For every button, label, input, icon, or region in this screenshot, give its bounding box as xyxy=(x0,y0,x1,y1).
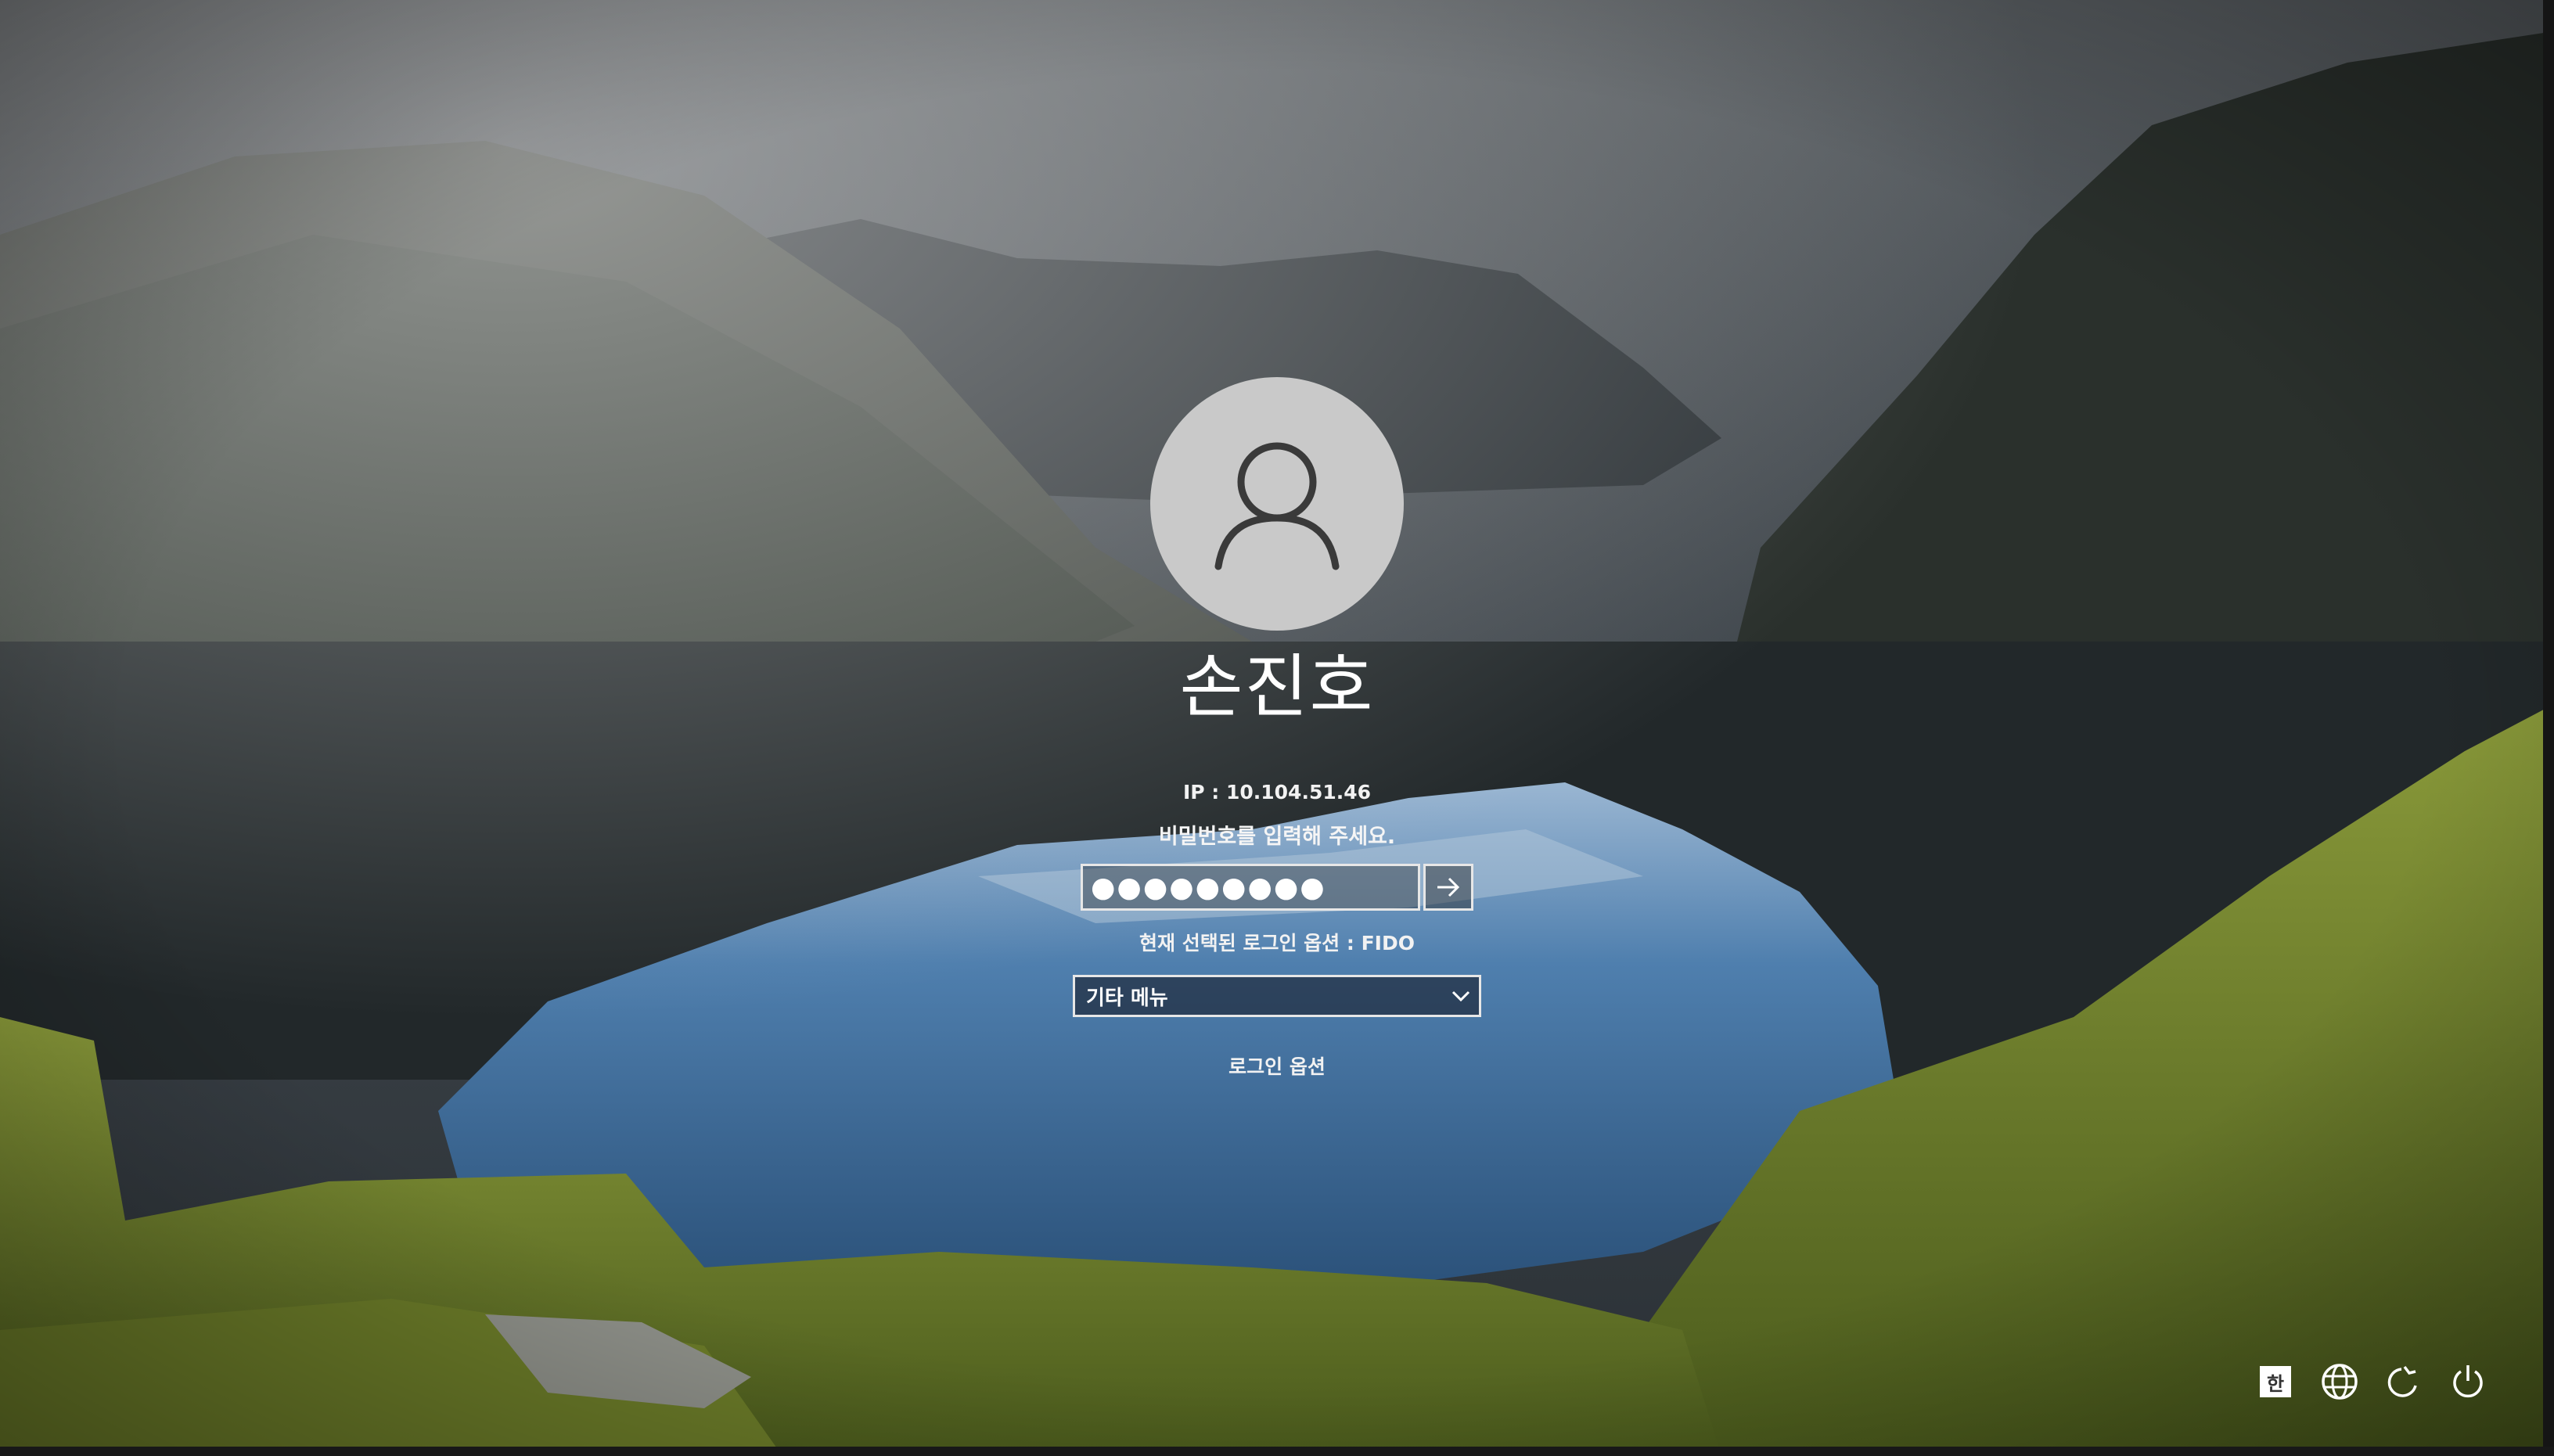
other-menu-dropdown[interactable]: 기타 메뉴 xyxy=(1073,975,1481,1017)
current-login-option: 현재 선택된 로그인 옵션 : FIDO xyxy=(1139,932,1415,954)
system-tray: 한 xyxy=(2254,1360,2490,1404)
login-options-link[interactable]: 로그인 옵션 xyxy=(1228,1052,1326,1080)
user-icon xyxy=(1214,442,1340,570)
chevron-down-icon xyxy=(1451,990,1470,1002)
submit-button[interactable] xyxy=(1423,864,1473,911)
user-avatar xyxy=(1150,377,1404,631)
login-panel: 손진호 IP : 10.104.51.46 비밀번호를 입력해 주세요. ●●●… xyxy=(1073,377,1481,1080)
network-icon xyxy=(2322,1364,2358,1400)
accessibility-icon xyxy=(2387,1365,2417,1397)
network-button[interactable] xyxy=(2318,1360,2362,1404)
password-prompt: 비밀번호를 입력해 주세요. xyxy=(1158,825,1396,849)
power-icon xyxy=(2453,1365,2483,1398)
user-name: 손진호 xyxy=(1179,646,1375,727)
screen-bezel-right xyxy=(2543,0,2554,1456)
screen-bezel-bottom xyxy=(0,1447,2554,1456)
ip-address-text: IP : 10.104.51.46 xyxy=(1182,781,1372,803)
power-button[interactable] xyxy=(2446,1360,2490,1404)
password-field[interactable]: ●●●●●●●●● xyxy=(1081,864,1420,911)
ime-button[interactable]: 한 xyxy=(2254,1360,2297,1404)
ime-icon: 한 xyxy=(2260,1366,2291,1397)
arrow-right-icon xyxy=(1437,877,1460,897)
lock-screen: 손진호 IP : 10.104.51.46 비밀번호를 입력해 주세요. ●●●… xyxy=(0,0,2554,1456)
password-row: ●●●●●●●●● xyxy=(1081,864,1473,911)
dropdown-selected-label: 기타 메뉴 xyxy=(1086,986,1168,1010)
accessibility-button[interactable] xyxy=(2382,1360,2426,1404)
